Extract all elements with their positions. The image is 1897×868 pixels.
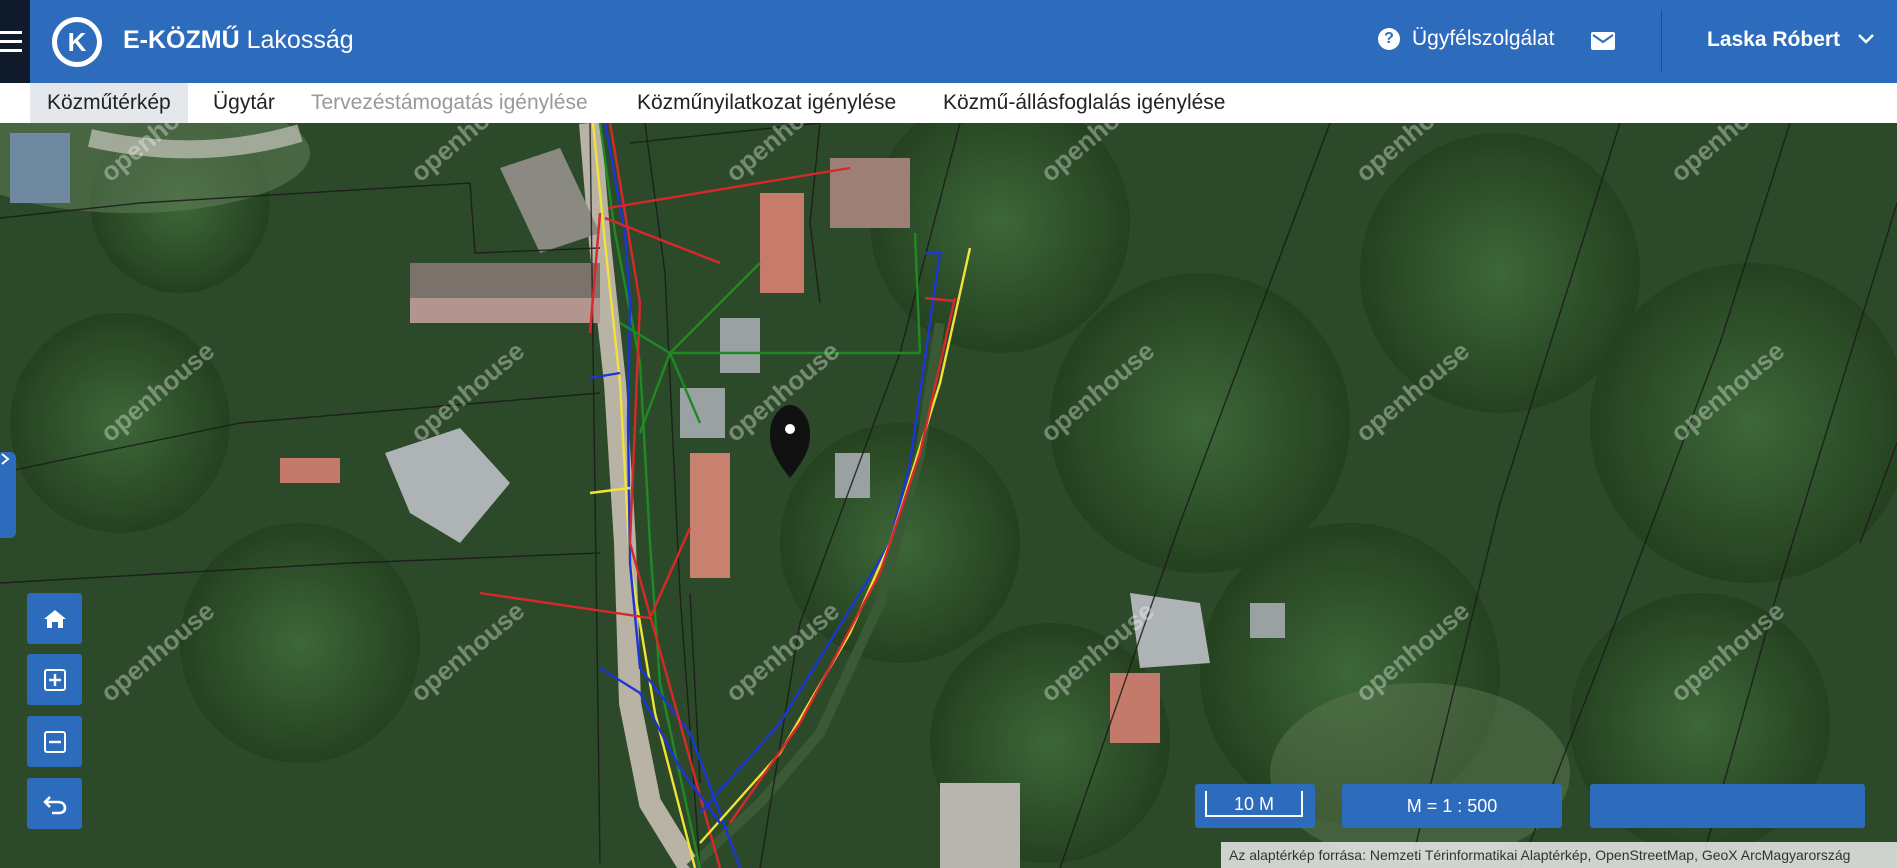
tab-kozmuterkep[interactable]: Közműtérkép [30,83,188,123]
tab-bar: Közműtérkép Ügytár Tervezéstámogatás igé… [0,83,1897,123]
tab-kozmunyilatkozat[interactable]: Közműnyilatkozat igénylése [620,83,913,123]
undo-button[interactable] [27,778,82,829]
zoom-in-button[interactable] [27,654,82,705]
app-title-bold: E-KÖZMŰ [123,26,240,54]
user-menu[interactable]: Laska Róbert [1707,28,1840,52]
e-kozmu-logo[interactable]: K [52,17,102,67]
undo-icon [42,795,66,814]
coordinate-display [1590,784,1865,828]
scale-distance-label: 10 M [1205,791,1303,817]
building [760,193,804,293]
menu-icon-line [0,40,22,43]
mail-icon[interactable] [1591,32,1615,50]
chevron-right-icon [1,453,10,465]
tab-tervezestamogatas: Tervezéstámogatás igénylése [311,91,588,114]
hamburger-menu-button[interactable] [0,0,30,83]
app-title: E-KÖZMŰ Lakosság [123,26,354,55]
chevron-down-icon[interactable] [1857,32,1875,46]
help-link[interactable]: ? Ügyfélszolgálat [1378,27,1554,51]
zoom-out-button[interactable] [27,716,82,767]
menu-icon-line [0,31,22,34]
side-panel-toggle[interactable] [0,452,16,538]
app-title-light: Lakosság [246,26,354,54]
tab-ugytar[interactable]: Ügytár [196,83,292,123]
satellite-map: openhouse openhouse openhouse openhouse … [0,123,1897,868]
question-icon: ? [1378,28,1400,50]
map-view[interactable]: openhouse openhouse openhouse openhouse … [0,123,1897,868]
zoom-out-icon [43,730,66,753]
home-icon [43,609,66,628]
home-button[interactable] [27,593,82,644]
menu-icon-line [0,49,22,52]
help-label: Ügyfélszolgálat [1412,27,1555,50]
zoom-in-icon [43,668,66,691]
building [10,133,70,203]
top-bar: K E-KÖZMŰ Lakosság ? Ügyfélszolgálat Las… [0,0,1897,83]
logo-letter: K [57,22,97,62]
scale-ratio: M = 1 : 500 [1342,784,1562,828]
tab-kozmu-allasfoglalas[interactable]: Közmű-állásfoglalás igénylése [926,83,1243,123]
map-attribution: Az alaptérkép forrása: Nemzeti Térinform… [1221,842,1897,868]
header-divider [1661,10,1662,72]
building [690,453,730,578]
